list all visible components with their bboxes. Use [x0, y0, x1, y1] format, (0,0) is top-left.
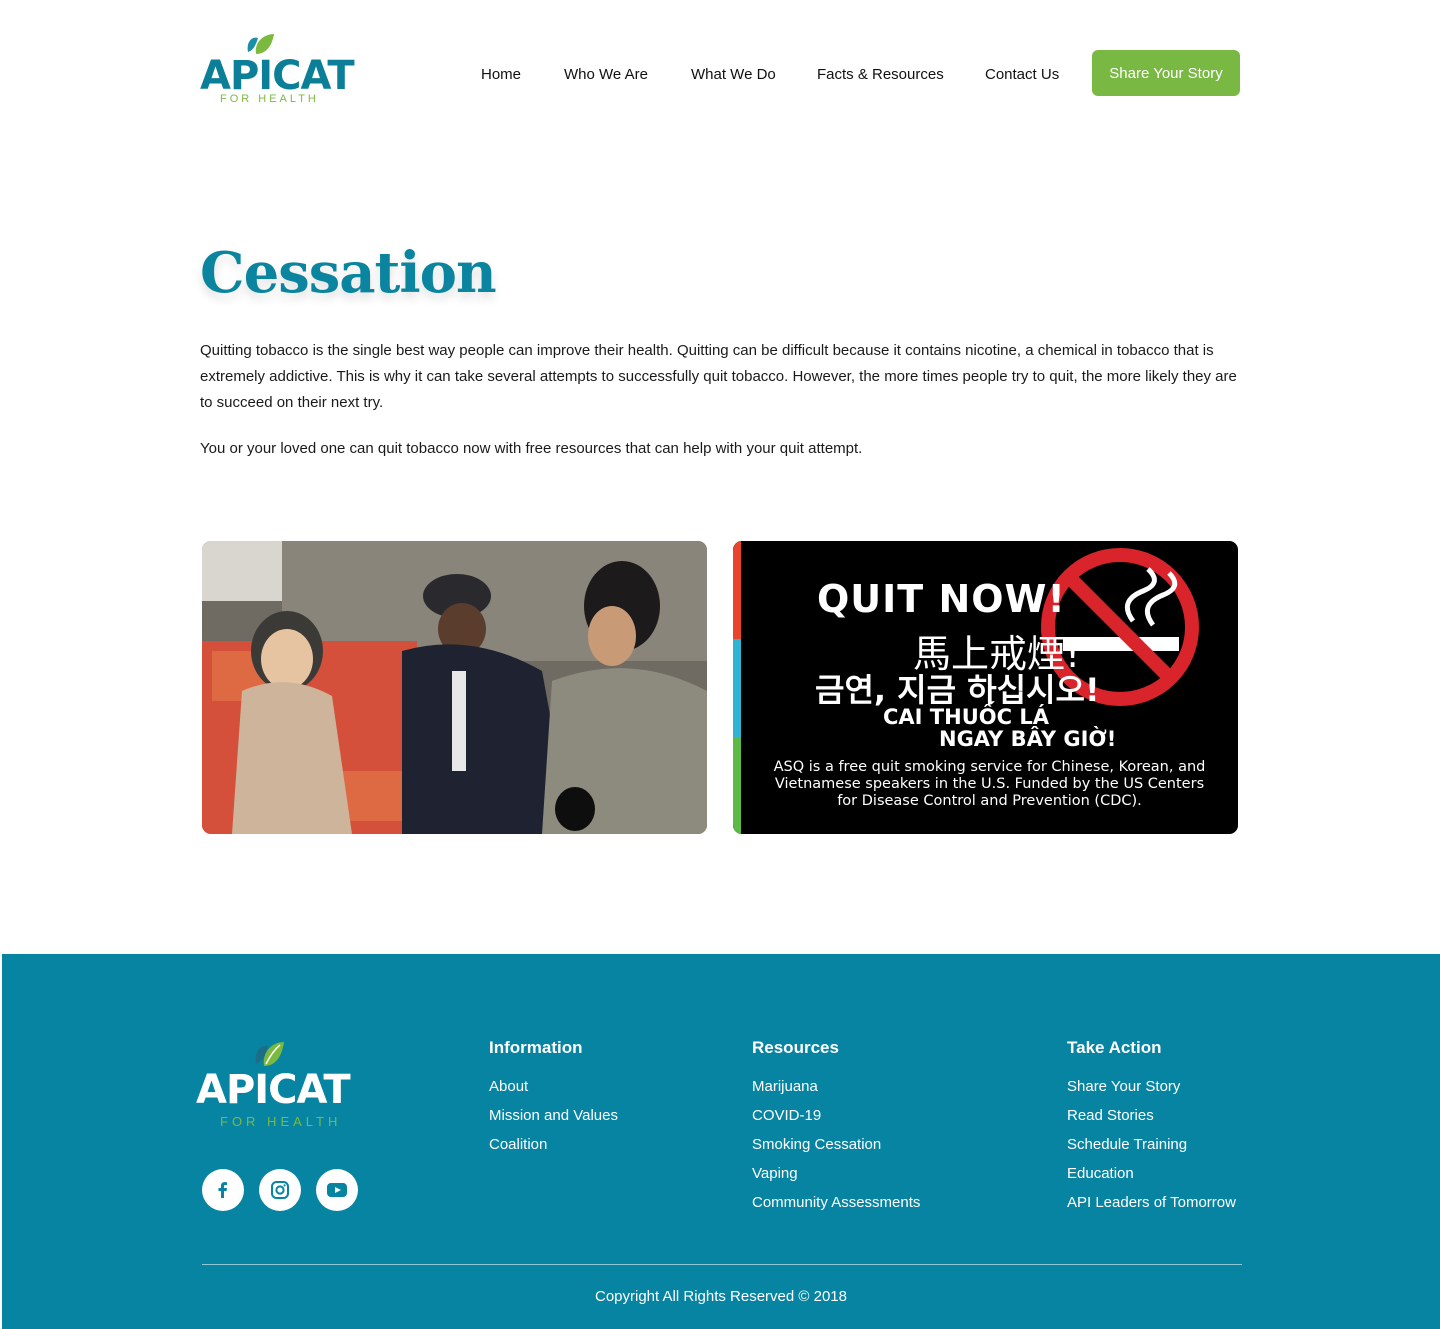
footer-link-schedule-training[interactable]: Schedule Training	[1067, 1136, 1187, 1153]
footer-heading-take-action: Take Action	[1067, 1038, 1162, 1057]
support-group-photo	[202, 541, 707, 834]
site-header: APICAT FOR HEALTH Home Who We Are What W…	[0, 0, 1440, 150]
photo-illustration	[202, 541, 707, 834]
caption-line: for Disease Control and Prevention (CDC)…	[837, 793, 1142, 809]
footer-link-coalition[interactable]: Coalition	[489, 1136, 547, 1153]
footer-link-covid-19[interactable]: COVID-19	[752, 1107, 821, 1124]
footer-link-share-your-story[interactable]: Share Your Story	[1067, 1078, 1180, 1095]
leaf-icon	[255, 1042, 284, 1066]
facebook-link[interactable]	[202, 1169, 244, 1211]
footer-link-read-stories[interactable]: Read Stories	[1067, 1107, 1154, 1124]
quit-now-text-english: QUIT NOW!	[817, 577, 1066, 621]
footer-link-marijuana[interactable]: Marijuana	[752, 1078, 818, 1095]
resources-paragraph: You or your loved one can quit tobacco n…	[200, 440, 863, 457]
quit-now-caption: ASQ is a free quit smoking service for C…	[741, 759, 1238, 810]
instagram-icon	[271, 1181, 289, 1199]
footer-link-education[interactable]: Education	[1067, 1165, 1134, 1182]
share-your-story-button[interactable]: Share Your Story	[1092, 50, 1240, 96]
instagram-link[interactable]	[259, 1169, 301, 1211]
footer-link-vaping[interactable]: Vaping	[752, 1165, 798, 1182]
footer-logo-tagline: FOR HEALTH	[220, 1114, 342, 1129]
nav-who-we-are[interactable]: Who We Are	[564, 66, 648, 83]
footer-link-about[interactable]: About	[489, 1078, 528, 1095]
nav-contact-us[interactable]: Contact Us	[985, 66, 1059, 83]
page-title: Cessation	[200, 240, 497, 306]
footer-link-api-leaders[interactable]: API Leaders of Tomorrow	[1067, 1194, 1236, 1211]
footer-logo[interactable]: APICAT FOR HEALTH	[196, 1040, 376, 1132]
footer-heading-information: Information	[489, 1038, 583, 1057]
nav-facts-resources[interactable]: Facts & Resources	[817, 66, 944, 83]
youtube-link[interactable]	[316, 1169, 358, 1211]
quit-now-text-vietnamese-1: CAI THUỐC LÁ	[883, 705, 1049, 729]
facebook-icon	[218, 1182, 227, 1198]
youtube-icon	[327, 1183, 347, 1197]
footer-heading-resources: Resources	[752, 1038, 839, 1057]
copyright-text: Copyright All Rights Reserved © 2018	[594, 1288, 847, 1305]
site-logo[interactable]: APICAT FOR HEALTH	[200, 32, 355, 108]
footer-logo-wordmark: APICAT	[196, 1067, 351, 1113]
caption-line: ASQ is a free quit smoking service for C…	[773, 759, 1206, 775]
intro-paragraph: Quitting tobacco is the single best way …	[200, 342, 1237, 411]
nav-what-we-do[interactable]: What We Do	[691, 66, 776, 83]
site-footer: APICAT FOR HEALTH Information About Miss…	[2, 954, 1440, 1329]
caption-line: Vietnamese speakers in the U.S. Funded b…	[774, 776, 1205, 792]
quit-now-banner[interactable]: QUIT NOW! 馬上戒煙! 금연, 지금 하십시오! CAI THUỐC L…	[733, 541, 1238, 834]
footer-link-community-assessments[interactable]: Community Assessments	[752, 1194, 920, 1211]
logo-tagline: FOR HEALTH	[220, 93, 319, 105]
quit-now-text-vietnamese-2: NGAY BÂY GIỜ!	[939, 727, 1117, 751]
footer-divider	[202, 1264, 1242, 1265]
nav-home[interactable]: Home	[481, 66, 521, 83]
footer-link-smoking-cessation[interactable]: Smoking Cessation	[752, 1136, 881, 1153]
footer-link-mission-values[interactable]: Mission and Values	[489, 1107, 618, 1124]
